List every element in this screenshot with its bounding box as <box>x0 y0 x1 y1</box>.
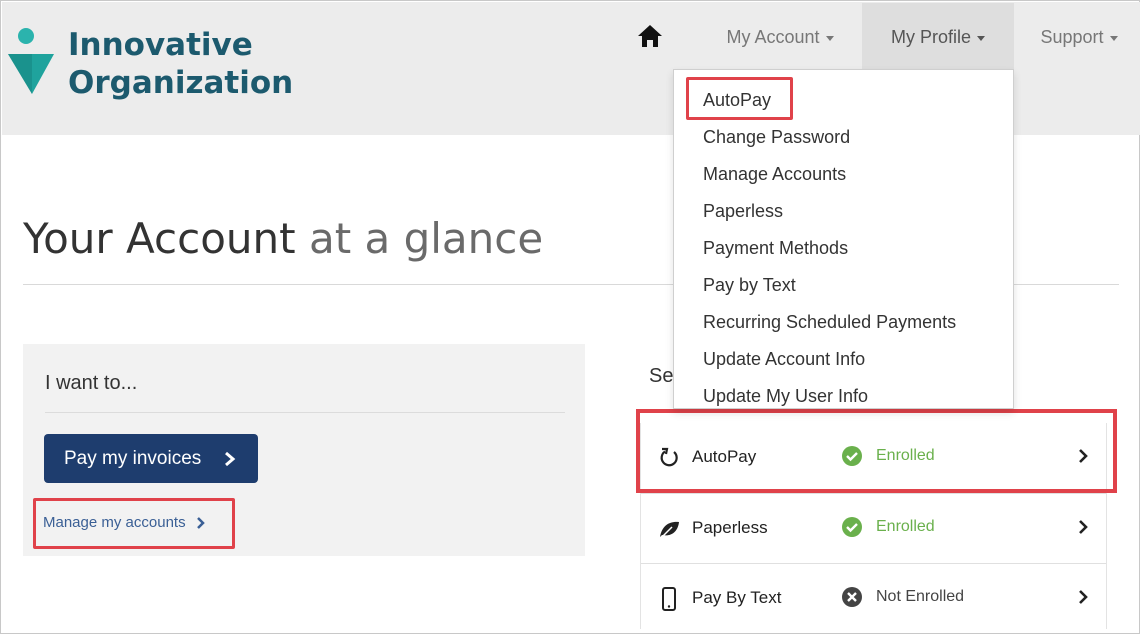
page-title: Your Account at a glance <box>23 211 543 267</box>
menu-item-update-account-info[interactable]: Update Account Info <box>703 349 865 370</box>
menu-item-manage-accounts[interactable]: Manage Accounts <box>703 164 846 185</box>
divider <box>45 412 565 413</box>
check-circle-icon <box>842 517 862 537</box>
chevron-right-icon <box>1079 590 1088 604</box>
page-frame: Innovative Organization My Account My Pr… <box>0 0 1140 634</box>
brand-mark-icon <box>8 28 54 94</box>
brand-name: Innovative Organization <box>68 26 293 102</box>
leaf-icon <box>659 521 679 540</box>
menu-item-pay-by-text[interactable]: Pay by Text <box>703 275 796 296</box>
profile-dropdown-menu: AutoPay Change Password Manage Accounts … <box>673 69 1014 409</box>
menu-item-recurring-payments[interactable]: Recurring Scheduled Payments <box>703 312 956 333</box>
menu-item-paperless[interactable]: Paperless <box>703 201 783 222</box>
nav-support[interactable]: Support <box>1018 3 1140 71</box>
chevron-right-icon <box>225 451 236 467</box>
highlight-box <box>636 409 1117 493</box>
x-circle-icon <box>842 587 862 607</box>
nav-my-profile-label: My Profile <box>890 27 971 47</box>
service-row-paperless[interactable]: Paperless Enrolled <box>640 493 1107 563</box>
menu-item-payment-methods[interactable]: Payment Methods <box>703 238 848 259</box>
service-row-pay-by-text[interactable]: Pay By Text Not Enrolled <box>640 563 1107 633</box>
page-title-light: at a glance <box>308 214 544 263</box>
nav-my-account-label: My Account <box>726 27 820 47</box>
brand-name-line1: Innovative <box>68 27 253 63</box>
status-badge: Enrolled <box>876 518 935 535</box>
phone-icon <box>662 587 676 611</box>
nav-support-label: Support <box>1040 27 1104 47</box>
service-label: Paperless <box>692 518 768 537</box>
page-title-main: Your Account <box>23 214 296 263</box>
menu-item-change-password[interactable]: Change Password <box>703 127 850 148</box>
highlight-box <box>686 77 793 120</box>
brand-logo[interactable]: Innovative Organization <box>6 24 306 104</box>
quick-actions-heading: I want to... <box>45 372 138 394</box>
pay-invoices-button[interactable]: Pay my invoices <box>44 434 258 483</box>
menu-item-update-user-info[interactable]: Update My User Info <box>703 386 868 407</box>
home-icon[interactable] <box>636 22 664 50</box>
caret-down-icon <box>1109 35 1118 41</box>
nav-my-account[interactable]: My Account <box>702 3 858 71</box>
highlight-box <box>33 498 235 549</box>
pay-invoices-label: Pay my invoices <box>64 448 202 469</box>
caret-down-icon <box>977 35 985 41</box>
brand-name-line2: Organization <box>68 65 294 101</box>
nav-my-profile[interactable]: My Profile <box>862 3 1014 71</box>
service-label: Pay By Text <box>692 588 782 607</box>
chevron-right-icon <box>1079 520 1088 534</box>
status-badge: Not Enrolled <box>876 588 965 605</box>
caret-down-icon <box>825 35 834 41</box>
